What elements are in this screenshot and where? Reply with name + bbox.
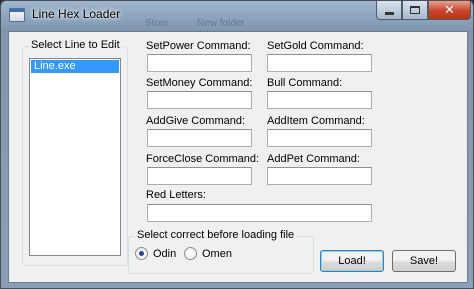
load-button[interactable]: Load! — [320, 250, 384, 272]
red-letters-input[interactable] — [147, 204, 372, 222]
bull-input[interactable] — [267, 91, 372, 109]
bull-label: Bull Command: — [267, 77, 343, 89]
background-window-text: Store — [145, 18, 169, 29]
close-icon: ✕ — [444, 2, 455, 17]
setpower-input[interactable] — [147, 54, 252, 72]
addpet-input[interactable] — [267, 167, 372, 185]
addgive-label: AddGive Command: — [146, 115, 246, 127]
background-window-text: New folder — [197, 18, 245, 29]
setpower-label: SetPower Command: — [146, 40, 251, 52]
minimize-button[interactable] — [376, 1, 402, 20]
loader-group-title: Select correct before loading file — [135, 229, 297, 241]
minimize-icon — [384, 12, 394, 15]
window-icon — [9, 8, 25, 22]
odin-radio-label: Odin — [153, 247, 177, 260]
odin-radio[interactable]: Odin — [135, 247, 176, 260]
line-listbox[interactable]: Line.exe — [29, 58, 121, 256]
setmoney-label: SetMoney Command: — [146, 77, 253, 89]
setmoney-input[interactable] — [147, 91, 252, 109]
addgive-input[interactable] — [147, 129, 252, 147]
form-client-area: Select Line to Edit Line.exe SetPower Co… — [8, 31, 468, 283]
forceclose-label: ForceClose Command: — [146, 153, 260, 165]
radio-unchecked-icon — [184, 247, 197, 260]
maximize-icon — [410, 6, 420, 14]
red-letters-label: Red Letters: — [146, 189, 206, 201]
app-window: Line Hex Loader Store New folder ✕ Selec… — [0, 0, 474, 289]
additem-input[interactable] — [267, 129, 372, 147]
close-button[interactable]: ✕ — [428, 1, 471, 20]
save-button[interactable]: Save! — [392, 250, 456, 272]
list-item-selected[interactable]: Line.exe — [31, 60, 119, 73]
radio-checked-icon — [135, 247, 148, 260]
title-bar[interactable]: Line Hex Loader Store New folder ✕ — [1, 1, 473, 31]
select-line-group-title: Select Line to Edit — [29, 39, 122, 51]
maximize-button[interactable] — [402, 1, 428, 20]
additem-label: AddItem Command: — [267, 115, 365, 127]
omen-radio-label: Omen — [202, 247, 232, 260]
addpet-label: AddPet Command: — [267, 153, 360, 165]
setgold-label: SetGold Command: — [267, 40, 364, 52]
omen-radio[interactable]: Omen — [184, 247, 232, 260]
window-title: Line Hex Loader — [32, 7, 121, 21]
setgold-input[interactable] — [267, 54, 372, 72]
forceclose-input[interactable] — [147, 167, 252, 185]
